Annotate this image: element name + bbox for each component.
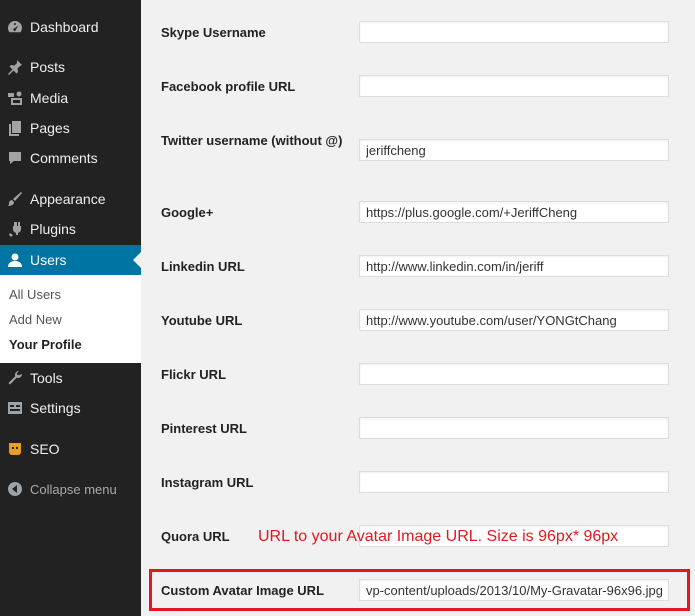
- users-submenu: All Users Add New Your Profile: [0, 275, 141, 363]
- brush-icon: [5, 189, 25, 209]
- field-label: Facebook profile URL: [161, 79, 296, 94]
- field-label: Youtube URL: [161, 313, 243, 328]
- media-icon: [5, 88, 25, 108]
- submenu-item-all-users[interactable]: All Users: [9, 287, 61, 302]
- menu-item-comments[interactable]: Comments: [0, 143, 141, 173]
- comment-icon: [5, 148, 25, 168]
- menu-label: Tools: [30, 370, 63, 386]
- menu-label: Comments: [30, 150, 98, 166]
- active-menu-arrow: [133, 252, 141, 268]
- highlight-box: [149, 569, 690, 611]
- field-label: Skype Username: [161, 25, 266, 40]
- menu-label: Appearance: [30, 191, 106, 207]
- avatar-url-annotation: URL to your Avatar Image URL. Size is 96…: [258, 528, 619, 545]
- user-icon: [5, 250, 25, 270]
- menu-label: Posts: [30, 59, 66, 75]
- field-label: Twitter username (without @): [161, 133, 343, 148]
- menu-label: Dashboard: [30, 19, 99, 35]
- wrench-icon: [5, 368, 25, 388]
- twitter-username-input[interactable]: [359, 139, 669, 161]
- field-label: Google+: [161, 205, 214, 220]
- dashboard-icon: [5, 17, 25, 37]
- menu-label: Plugins: [30, 221, 76, 237]
- pinterest-url-input[interactable]: [359, 417, 669, 439]
- field-label: Flickr URL: [161, 367, 227, 382]
- facebook-url-input[interactable]: [359, 75, 669, 97]
- collapse-arrow-icon: [5, 479, 25, 499]
- pin-icon: [5, 57, 25, 77]
- collapse-menu-button[interactable]: Collapse menu: [0, 474, 141, 504]
- field-label: Instagram URL: [161, 475, 254, 490]
- menu-item-settings[interactable]: Settings: [0, 393, 141, 423]
- menu-item-posts[interactable]: Posts: [0, 52, 141, 82]
- seo-icon: [5, 439, 25, 459]
- field-label: Pinterest URL: [161, 421, 247, 436]
- menu-item-appearance[interactable]: Appearance: [0, 184, 141, 214]
- menu-item-users[interactable]: Users: [0, 245, 141, 275]
- field-label: Linkedin URL: [161, 259, 245, 274]
- profile-fields-panel: Skype Username Facebook profile URL Twit…: [141, 0, 695, 616]
- flickr-url-input[interactable]: [359, 363, 669, 385]
- menu-item-media[interactable]: Media: [0, 83, 141, 113]
- menu-label: SEO: [30, 441, 60, 457]
- google-plus-input[interactable]: [359, 201, 669, 223]
- plug-icon: [5, 219, 25, 239]
- menu-item-pages[interactable]: Pages: [0, 113, 141, 143]
- menu-item-plugins[interactable]: Plugins: [0, 214, 141, 244]
- pages-icon: [5, 118, 25, 138]
- menu-item-tools[interactable]: Tools: [0, 363, 141, 393]
- menu-label: Media: [30, 90, 69, 106]
- settings-icon: [5, 398, 25, 418]
- menu-item-dashboard[interactable]: Dashboard: [0, 12, 141, 42]
- menu-item-seo[interactable]: SEO: [0, 434, 141, 464]
- linkedin-url-input[interactable]: [359, 255, 669, 277]
- submenu-item-add-new[interactable]: Add New: [9, 312, 62, 327]
- menu-label: Pages: [30, 120, 70, 136]
- menu-label: Users: [30, 252, 67, 268]
- youtube-url-input[interactable]: [359, 309, 669, 331]
- collapse-label: Collapse menu: [30, 481, 117, 497]
- skype-username-input[interactable]: [359, 21, 669, 43]
- admin-sidebar: Dashboard Posts Media Pages Comments App…: [0, 0, 141, 616]
- instagram-url-input[interactable]: [359, 471, 669, 493]
- submenu-item-your-profile[interactable]: Your Profile: [9, 337, 82, 352]
- menu-label: Settings: [30, 400, 81, 416]
